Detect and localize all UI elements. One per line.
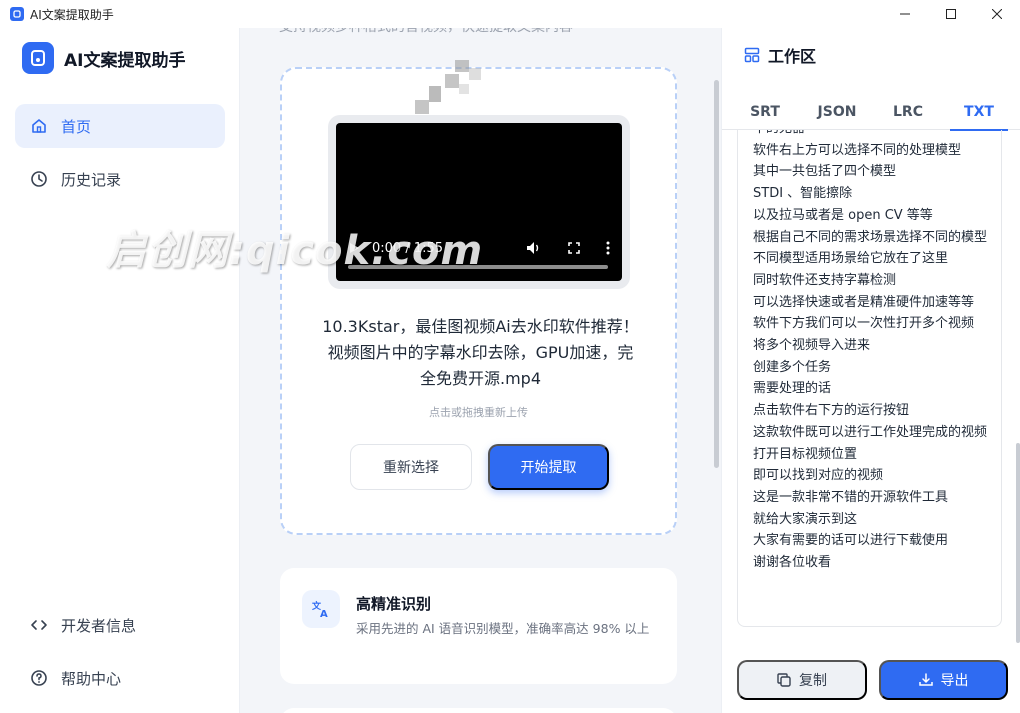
transcript-line: 不同模型适用场景给它放在了这里 (753, 251, 949, 267)
feature-description: 采用先进的 AI 语音识别模型，准确率高达 98% 以上 (356, 621, 650, 636)
close-icon (992, 9, 1002, 19)
brand-name: AI文案提取助手 (64, 50, 186, 71)
transcript-line: 软件下方我们可以一次性打开多个视频 (753, 316, 975, 332)
minimize-button[interactable] (882, 0, 928, 28)
transcript-textarea[interactable]: 中的无器软件右上方可以选择不同的处理模型其中一共包括了四个模型 STDI 、智能擦… (737, 130, 1002, 627)
transcript-line: 根据自己不同的需求场景选择不同的模型 (753, 229, 988, 245)
nav-item-developer[interactable]: 开发者信息 (15, 603, 225, 647)
transcript-line: 以及拉马或者是 open CV 等等 (753, 207, 933, 223)
workspace-icon (744, 47, 760, 63)
video-player[interactable]: 0:00 / 1:55 (328, 115, 630, 289)
transcript-line: STDI 、智能擦除 (753, 186, 853, 202)
tab-lrc[interactable]: LRC (873, 94, 943, 130)
workspace-title: 工作区 (768, 47, 817, 66)
tab-srt[interactable]: SRT (730, 94, 800, 130)
nav-item-label: 首页 (61, 117, 92, 136)
close-button[interactable] (974, 0, 1020, 28)
sidebar: AI文案提取助手 首页 历史记录 开发者信息 帮助中心 (0, 28, 240, 713)
minimize-icon (900, 13, 910, 15)
transcript-line: 同时软件还支持字幕检测 (753, 272, 897, 288)
more-options-icon[interactable] (606, 241, 610, 255)
transcript-line: 创建多个任务 (753, 359, 832, 375)
transcript-line: 就给大家演示到这 (753, 511, 858, 527)
brand-logo-icon (22, 42, 54, 74)
nav-item-history[interactable]: 历史记录 (15, 157, 225, 201)
video-time: 0:00 / 1:55 (372, 240, 444, 256)
transcript-line: 即可以找到对应的视频 (753, 468, 884, 484)
upload-dropzone[interactable]: 0:00 / 1:55 10.3Kstar，最佳图视频Ai去水印软件推荐！视频图… (280, 67, 677, 535)
transcript-line: 软件右上方可以选择不同的处理模型 (753, 142, 962, 158)
workspace-panel: 工作区 SRT JSON LRC TXT 中的无器软件右上方可以选择不同的处理模… (721, 28, 1020, 713)
maximize-button[interactable] (928, 0, 974, 28)
copy-label: 复制 (799, 672, 827, 688)
start-extract-button[interactable]: 开始提取 (488, 444, 609, 490)
workspace-scrollbar[interactable] (1016, 443, 1020, 643)
nav-item-home[interactable]: 首页 (15, 104, 225, 148)
download-icon (918, 673, 933, 687)
main-scrollbar[interactable] (714, 80, 719, 468)
transcript-line: 点击软件右下方的运行按钮 (753, 403, 910, 419)
transcript-lines: 中的无器软件右上方可以选择不同的处理模型其中一共包括了四个模型 STDI 、智能擦… (753, 130, 993, 574)
translate-icon: 文A (302, 590, 340, 628)
nav-item-help[interactable]: 帮助中心 (15, 656, 225, 700)
transcript-line: 这是一款非常不错的开源软件工具 (753, 489, 949, 505)
copy-button[interactable]: 复制 (737, 660, 867, 700)
title-bar: AI文案提取助手 (0, 0, 1020, 28)
file-name: 10.3Kstar，最佳图视频Ai去水印软件推荐！视频图片中的字幕水印去除，GP… (322, 317, 639, 388)
play-icon[interactable] (348, 242, 360, 254)
brand: AI文案提取助手 (22, 42, 185, 74)
nav-item-label: 帮助中心 (61, 669, 122, 688)
fullscreen-icon[interactable] (568, 242, 580, 254)
export-label: 导出 (940, 672, 969, 688)
workspace-header: 工作区 (744, 43, 816, 67)
export-button[interactable]: 导出 (879, 660, 1008, 700)
main-subtitle: 支持视频多种格式的音视频，快速提取文案内容 (279, 28, 573, 36)
transcript-line: 中的无器 (753, 130, 993, 140)
transcript-line: 将多个视频导入进来 (753, 338, 871, 354)
nav-item-label: 历史记录 (61, 170, 122, 189)
help-icon (29, 668, 49, 688)
transcript-line: 这款软件既可以进行工作处理完成的视频 (753, 424, 988, 440)
tab-json[interactable]: JSON (802, 94, 872, 130)
window-title: AI文案提取助手 (30, 7, 114, 22)
app-icon (10, 7, 24, 21)
copy-icon (777, 673, 791, 687)
volume-icon[interactable] (526, 241, 542, 255)
clock-icon (29, 169, 49, 189)
video-progress-bar[interactable] (348, 265, 608, 269)
nav-item-label: 开发者信息 (61, 616, 137, 635)
transcript-line: 打开目标视频位置 (753, 446, 858, 462)
video-controls: 0:00 / 1:55 (336, 231, 622, 265)
reselect-button[interactable]: 重新选择 (350, 444, 472, 490)
home-icon (29, 116, 49, 136)
feature-card (280, 708, 677, 713)
transcript-line: 可以选择快速或者是精准硬件加速等等 (753, 294, 975, 310)
transcript-line: 谢谢各位收看 (753, 555, 832, 571)
transcript-line: 其中一共包括了四个模型 (753, 164, 897, 180)
transcript-line: 需要处理的话 (753, 381, 832, 397)
code-icon (29, 615, 49, 635)
main-content: 支持视频多种格式的音视频，快速提取文案内容 0:00 / 1:55 10.3Ks… (241, 28, 720, 713)
transcript-line: 大家有需要的话可以进行下载使用 (753, 533, 949, 549)
tab-txt[interactable]: TXT (944, 94, 1014, 131)
video-screen[interactable]: 0:00 / 1:55 (336, 123, 622, 281)
feature-card: 文A 高精准识别 采用先进的 AI 语音识别模型，准确率高达 98% 以上 (280, 568, 677, 684)
svg-text:A: A (320, 609, 328, 619)
maximize-icon (946, 9, 956, 19)
format-tabs: SRT JSON LRC TXT (722, 94, 1020, 131)
reupload-hint: 点击或拖拽重新上传 (429, 406, 528, 419)
feature-title: 高精准识别 (356, 595, 432, 613)
